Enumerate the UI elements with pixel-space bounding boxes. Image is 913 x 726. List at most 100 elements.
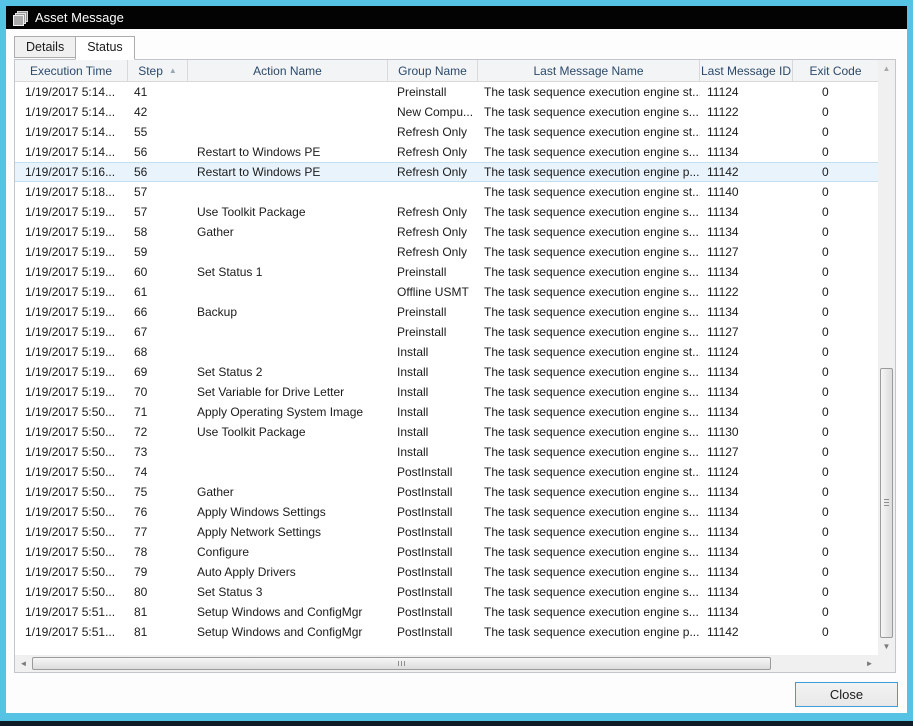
grid-cell: 11134: [700, 362, 793, 382]
grid-cell: Setup Windows and ConfigMgr: [188, 602, 388, 622]
grid-cell: PostInstall: [388, 482, 478, 502]
grid-cell: PostInstall: [388, 462, 478, 482]
grid-cell: Preinstall: [388, 302, 478, 322]
horizontal-scrollbar[interactable]: ◄ ►: [15, 655, 878, 672]
grid-cell: [188, 182, 388, 202]
grid-cell: 11127: [700, 322, 793, 342]
grid-row[interactable]: 1/19/2017 5:51...81Setup Windows and Con…: [15, 622, 878, 642]
grid-cell: 71: [128, 402, 188, 422]
grid-row[interactable]: 1/19/2017 5:14...42New Compu...The task …: [15, 102, 878, 122]
grid-cell: 41: [128, 82, 188, 102]
grid-row[interactable]: 1/19/2017 5:50...74PostInstallThe task s…: [15, 462, 878, 482]
grid-row[interactable]: 1/19/2017 5:51...81Setup Windows and Con…: [15, 602, 878, 622]
grid-row[interactable]: 1/19/2017 5:14...55Refresh OnlyThe task …: [15, 122, 878, 142]
grid-cell: Install: [388, 442, 478, 462]
column-header-step[interactable]: Step▲: [128, 60, 188, 81]
grid-cell: 11124: [700, 462, 793, 482]
window-title: Asset Message: [35, 10, 124, 25]
grid-cell: 1/19/2017 5:19...: [15, 202, 128, 222]
grid-cell: 11127: [700, 242, 793, 262]
grid-row[interactable]: 1/19/2017 5:14...41PreinstallThe task se…: [15, 82, 878, 102]
window-bottom-edge: [0, 721, 913, 726]
grid-cell: Install: [388, 362, 478, 382]
grid-row[interactable]: 1/19/2017 5:50...71Apply Operating Syste…: [15, 402, 878, 422]
grid-cell: Preinstall: [388, 262, 478, 282]
grid-row[interactable]: 1/19/2017 5:19...67PreinstallThe task se…: [15, 322, 878, 342]
grid-row[interactable]: 1/19/2017 5:19...58GatherRefresh OnlyThe…: [15, 222, 878, 242]
scroll-down-button[interactable]: ▼: [878, 638, 895, 655]
grid-cell: 74: [128, 462, 188, 482]
grid-cell: 0: [793, 82, 878, 102]
grid-row[interactable]: 1/19/2017 5:14...56Restart to Windows PE…: [15, 142, 878, 162]
grid-cell: 67: [128, 322, 188, 342]
grid-row[interactable]: 1/19/2017 5:50...72Use Toolkit PackageIn…: [15, 422, 878, 442]
grid-row[interactable]: 1/19/2017 5:18...57The task sequence exe…: [15, 182, 878, 202]
grid-cell: PostInstall: [388, 542, 478, 562]
grid-cell: 0: [793, 442, 878, 462]
grid-cell: The task sequence execution engine s...: [478, 322, 700, 342]
vertical-scrollbar[interactable]: ▲ ▼: [878, 60, 895, 655]
grid-cell: 11134: [700, 522, 793, 542]
grid-cell: 69: [128, 362, 188, 382]
grid-row[interactable]: 1/19/2017 5:50...76Apply Windows Setting…: [15, 502, 878, 522]
grid-row[interactable]: 1/19/2017 5:16...56Restart to Windows PE…: [15, 162, 878, 182]
grid-cell: 1/19/2017 5:19...: [15, 362, 128, 382]
grid-cell: 0: [793, 542, 878, 562]
grid-cell: 1/19/2017 5:14...: [15, 102, 128, 122]
dialog-content: DetailsStatus Execution TimeStep▲Action …: [6, 29, 907, 713]
close-button[interactable]: Close: [795, 682, 898, 707]
grid-cell: 0: [793, 202, 878, 222]
column-header-group-name[interactable]: Group Name: [388, 60, 478, 81]
grid-cell: 11134: [700, 582, 793, 602]
grid-cell: Install: [388, 342, 478, 362]
grid-cell: 56: [128, 142, 188, 162]
grid-row[interactable]: 1/19/2017 5:50...73InstallThe task seque…: [15, 442, 878, 462]
grid-cell: 0: [793, 122, 878, 142]
grid-cell: 1/19/2017 5:50...: [15, 422, 128, 442]
grid-cell: 81: [128, 622, 188, 642]
grid-row[interactable]: 1/19/2017 5:19...57Use Toolkit PackageRe…: [15, 202, 878, 222]
column-header-exit-code[interactable]: Exit Code: [793, 60, 878, 81]
grid-cell: 0: [793, 422, 878, 442]
grid-cell: The task sequence execution engine s...: [478, 242, 700, 262]
grid-cell: [188, 102, 388, 122]
horizontal-scrollbar-thumb[interactable]: [32, 657, 771, 670]
grid-cell: Offline USMT: [388, 282, 478, 302]
grid-row[interactable]: 1/19/2017 5:19...61Offline USMTThe task …: [15, 282, 878, 302]
scroll-up-button[interactable]: ▲: [878, 60, 895, 77]
tab-status[interactable]: Status: [75, 36, 134, 60]
grid-cell: 0: [793, 502, 878, 522]
grid-cell: 1/19/2017 5:19...: [15, 222, 128, 242]
grid-cell: 1/19/2017 5:50...: [15, 462, 128, 482]
column-header-execution-time[interactable]: Execution Time: [15, 60, 128, 81]
grid-cell: 77: [128, 522, 188, 542]
vertical-scrollbar-thumb[interactable]: [880, 368, 893, 638]
grid-cell: 11134: [700, 482, 793, 502]
grid-row[interactable]: 1/19/2017 5:50...79Auto Apply DriversPos…: [15, 562, 878, 582]
grid-row[interactable]: 1/19/2017 5:19...70Set Variable for Driv…: [15, 382, 878, 402]
scroll-left-button[interactable]: ◄: [15, 655, 32, 672]
scroll-right-button[interactable]: ►: [861, 655, 878, 672]
grid-row[interactable]: 1/19/2017 5:19...68InstallThe task seque…: [15, 342, 878, 362]
layers-stack-icon: [13, 10, 29, 26]
grid-cell: Auto Apply Drivers: [188, 562, 388, 582]
grid-row[interactable]: 1/19/2017 5:19...66BackupPreinstallThe t…: [15, 302, 878, 322]
grid-row[interactable]: 1/19/2017 5:50...75GatherPostInstallThe …: [15, 482, 878, 502]
column-header-last-message-name[interactable]: Last Message Name: [478, 60, 700, 81]
grid-cell: [188, 82, 388, 102]
grid-cell: PostInstall: [388, 502, 478, 522]
grid-cell: 0: [793, 522, 878, 542]
grid-cell: Preinstall: [388, 322, 478, 342]
column-header-action-name[interactable]: Action Name: [188, 60, 388, 81]
grid-row[interactable]: 1/19/2017 5:19...69Set Status 2InstallTh…: [15, 362, 878, 382]
grid-cell: The task sequence execution engine s...: [478, 102, 700, 122]
title-bar[interactable]: Asset Message: [6, 6, 907, 29]
grid-row[interactable]: 1/19/2017 5:50...77Apply Network Setting…: [15, 522, 878, 542]
grid-row[interactable]: 1/19/2017 5:19...60Set Status 1Preinstal…: [15, 262, 878, 282]
grid-row[interactable]: 1/19/2017 5:19...59Refresh OnlyThe task …: [15, 242, 878, 262]
grid-cell: Use Toolkit Package: [188, 422, 388, 442]
column-header-last-message-id[interactable]: Last Message ID: [700, 60, 793, 81]
grid-row[interactable]: 1/19/2017 5:50...80Set Status 3PostInsta…: [15, 582, 878, 602]
tab-details[interactable]: Details: [14, 36, 76, 58]
grid-row[interactable]: 1/19/2017 5:50...78ConfigurePostInstallT…: [15, 542, 878, 562]
